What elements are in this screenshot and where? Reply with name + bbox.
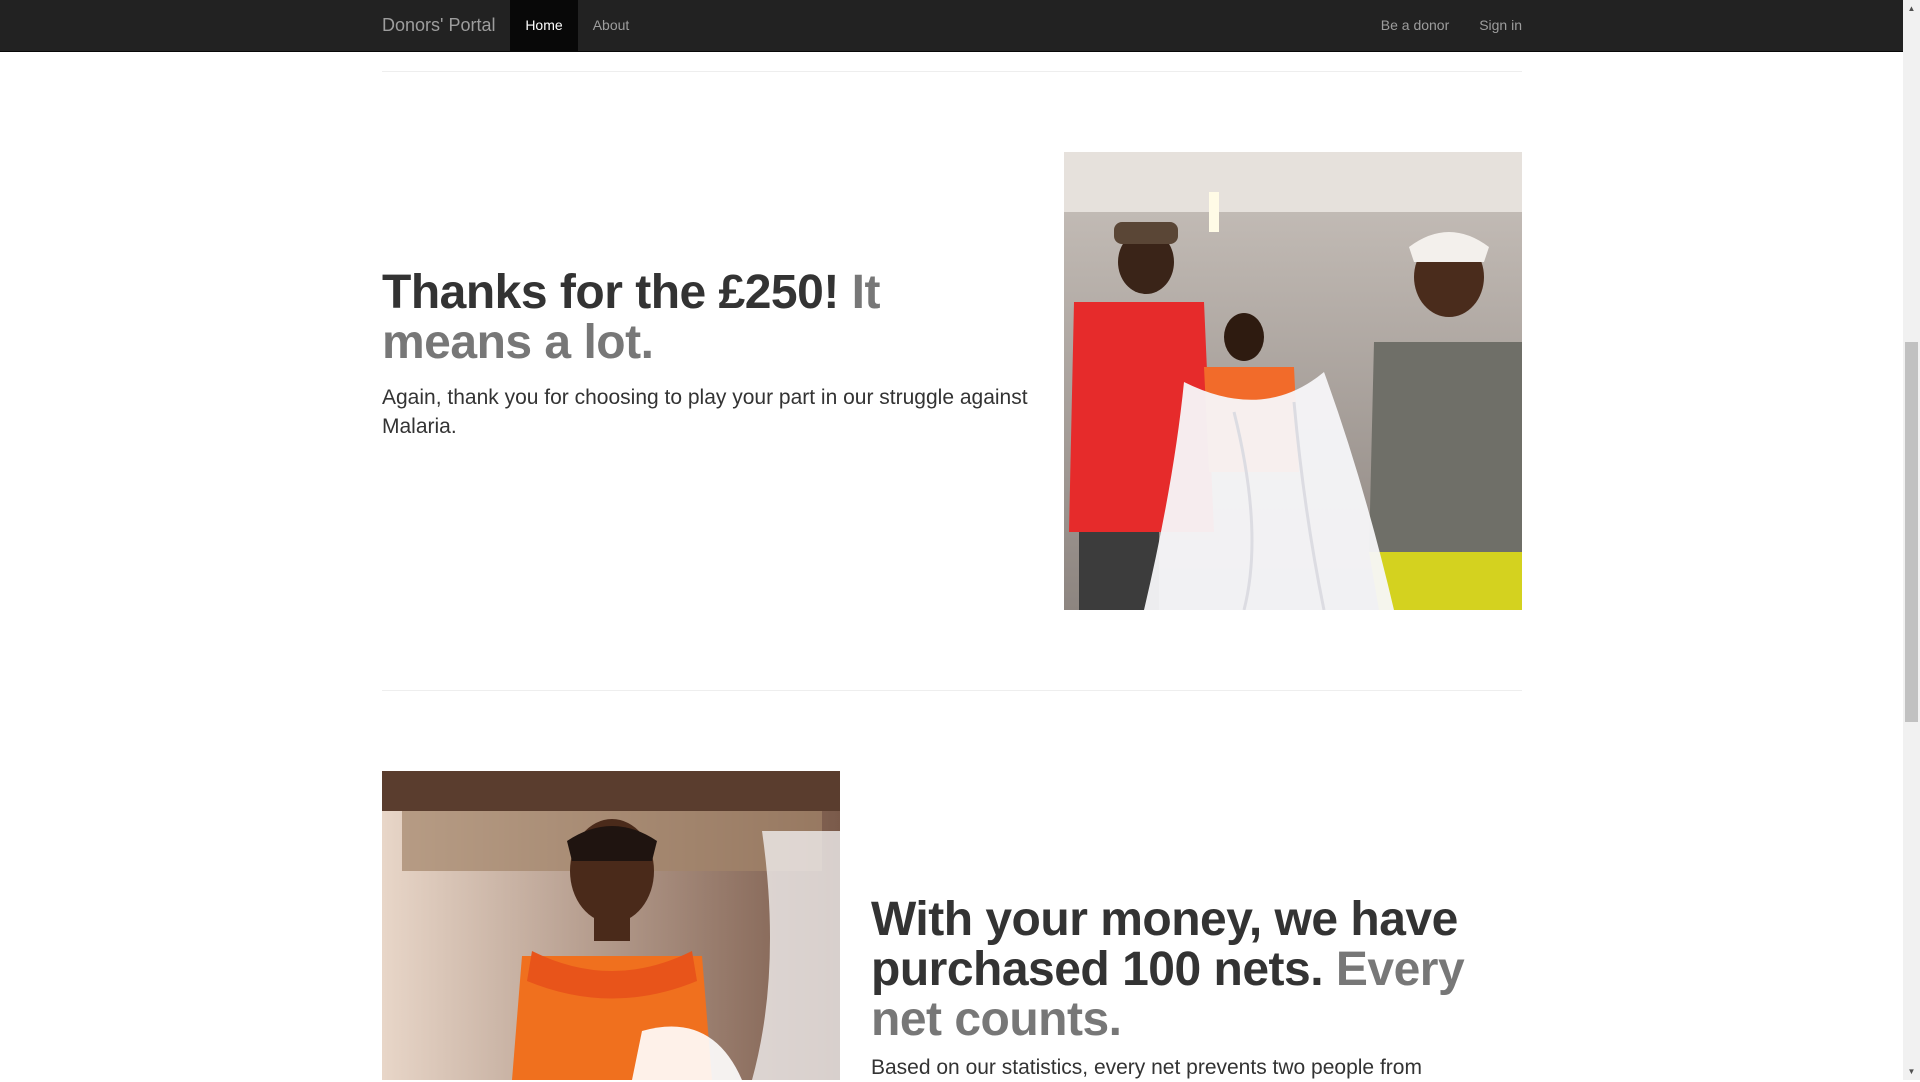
nav-about-link[interactable]: About xyxy=(578,0,644,51)
featurette-divider xyxy=(382,690,1522,691)
top-navbar: Donors' Portal Home About Be a donor Sig… xyxy=(0,0,1903,52)
page-scrollbar[interactable]: ▲ ▼ xyxy=(1903,0,1920,1080)
featurette-divider xyxy=(382,71,1522,72)
feature1-image xyxy=(1064,152,1522,610)
feature1-heading: Thanks for the £250! It means a lot. xyxy=(382,268,1032,368)
feature2-image xyxy=(382,771,840,1080)
feature2-lead: Based on our statistics, every net preve… xyxy=(871,1056,1422,1079)
nav-home-link[interactable]: Home xyxy=(510,0,578,51)
scroll-up-icon[interactable]: ▲ xyxy=(1903,0,1920,17)
feature1-heading-main: Thanks for the £250! xyxy=(382,266,839,319)
brand-link[interactable]: Donors' Portal xyxy=(382,0,495,51)
feature2-heading: With your money, we have purchased 100 n… xyxy=(871,895,1531,1045)
be-a-donor-link[interactable]: Be a donor xyxy=(1365,0,1465,51)
scroll-down-icon[interactable]: ▼ xyxy=(1903,1063,1920,1080)
sign-in-link[interactable]: Sign in xyxy=(1465,0,1522,51)
scroll-thumb[interactable] xyxy=(1905,342,1918,722)
feature1-lead: Again, thank you for choosing to play yo… xyxy=(382,386,1028,438)
